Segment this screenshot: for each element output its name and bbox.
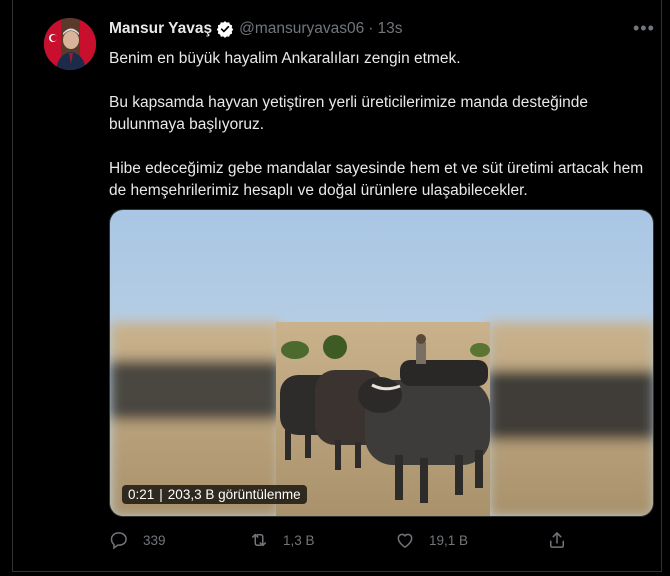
divider: | — [159, 487, 163, 502]
tweet-actions: 339 1,3 B 19,1 B — [109, 528, 579, 554]
share-icon — [550, 532, 564, 548]
share-button[interactable] — [547, 530, 581, 550]
author-name[interactable]: Mansur Yavaş — [109, 20, 212, 38]
like-count: 19,1 B — [429, 532, 469, 548]
timestamp[interactable]: 13s — [377, 20, 402, 38]
video-duration: 0:21 — [128, 487, 155, 502]
tweet-header: Mansur Yavaş @mansuryavas06 · 13s — [109, 20, 402, 38]
tweet-card[interactable]: Mansur Yavaş @mansuryavas06 · 13s ••• Be… — [12, 0, 662, 572]
tweet-paragraph: Hibe edeceğimiz gebe mandalar sayesinde … — [109, 160, 644, 199]
tweet-paragraph: Benim en büyük hayalim Ankaralıları zeng… — [109, 50, 461, 67]
video-frame — [110, 210, 653, 516]
more-icon[interactable]: ••• — [633, 18, 655, 39]
verified-icon — [216, 20, 234, 38]
reply-button[interactable]: 339 — [109, 530, 166, 550]
video-player[interactable]: 0:21 | 203,3 B görüntülenme — [109, 209, 654, 517]
avatar[interactable] — [44, 18, 96, 70]
separator-dot: · — [368, 20, 374, 37]
video-info-overlay: 0:21 | 203,3 B görüntülenme — [122, 485, 307, 504]
retweet-button[interactable]: 1,3 B — [249, 530, 315, 550]
retweet-count: 1,3 B — [283, 532, 315, 548]
tweet-paragraph: Bu kapsamda hayvan yetiştiren yerli üret… — [109, 94, 589, 133]
like-button[interactable]: 19,1 B — [395, 530, 468, 550]
reply-icon — [110, 532, 127, 550]
like-icon — [397, 533, 413, 548]
author-handle[interactable]: @mansuryavas06 — [239, 20, 364, 38]
video-views: 203,3 B görüntülenme — [167, 487, 301, 502]
tweet-text: Benim en büyük hayalim Ankaralıları zeng… — [109, 48, 654, 202]
retweet-icon — [252, 533, 266, 547]
reply-count: 339 — [143, 532, 166, 548]
